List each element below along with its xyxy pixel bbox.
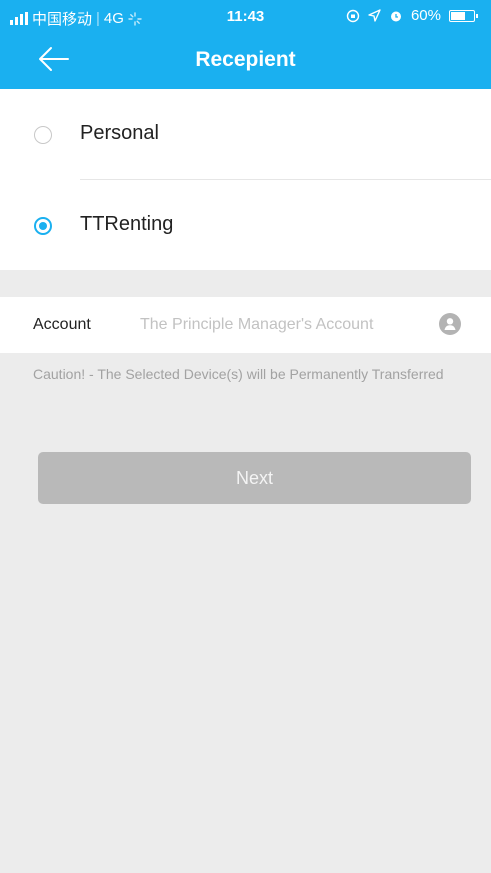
screen: 中国移动 | 4G 11:43 60% Recepient Personal T…: [0, 0, 491, 873]
contact-icon[interactable]: [439, 313, 461, 335]
page-title: Recepient: [195, 48, 296, 71]
battery-percent: 60%: [410, 7, 441, 24]
recipient-radio-group: Personal TTRenting: [0, 89, 491, 270]
alarm-icon: [390, 11, 401, 21]
location-icon: [368, 9, 381, 22]
caution-text: Caution! - The Selected Device(s) will b…: [33, 366, 444, 382]
orientation-lock-icon: [346, 9, 360, 22]
radio-option-personal[interactable]: Personal: [0, 89, 491, 180]
radio-button-personal[interactable]: [34, 126, 52, 144]
radio-label-ttrenting: TTRenting: [80, 213, 174, 235]
header: 中国移动 | 4G 11:43 60% Recepient: [0, 0, 491, 89]
account-input[interactable]: [140, 307, 425, 343]
radio-label-personal: Personal: [80, 122, 159, 144]
status-bar: 中国移动 | 4G 11:43 60%: [0, 0, 491, 34]
battery-icon: [449, 9, 478, 22]
radio-button-ttrenting[interactable]: [34, 217, 52, 235]
status-right: 60%: [346, 7, 478, 24]
account-label: Account: [33, 316, 91, 333]
radio-option-ttrenting[interactable]: TTRenting: [0, 180, 491, 270]
account-row: Account: [0, 297, 491, 353]
next-button[interactable]: Next: [38, 452, 471, 504]
nav-bar: Recepient: [0, 34, 491, 89]
battery-fill: [451, 11, 466, 20]
